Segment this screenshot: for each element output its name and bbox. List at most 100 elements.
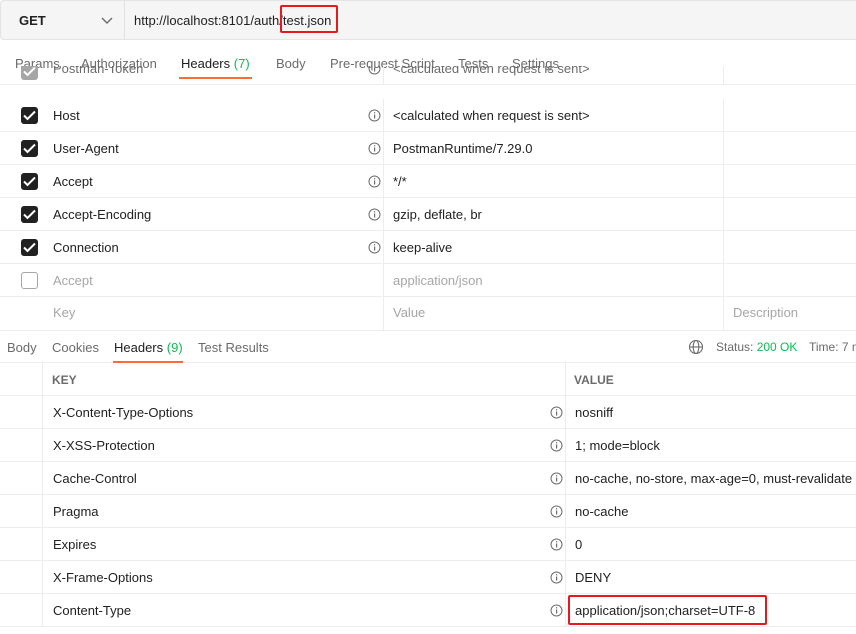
response-header-key: Cache-Control	[53, 471, 137, 486]
info-icon[interactable]	[550, 604, 563, 617]
column-divider	[723, 264, 724, 297]
new-key-input[interactable]: Key	[53, 305, 75, 320]
response-header-key: X-Frame-Options	[53, 570, 153, 585]
header-value[interactable]: */*	[393, 174, 407, 189]
column-divider	[723, 132, 724, 165]
header-value[interactable]: application/json	[393, 273, 483, 288]
info-icon[interactable]	[368, 66, 381, 75]
header-checkbox[interactable]	[21, 140, 38, 157]
column-divider	[565, 561, 566, 594]
response-header-value: 1; mode=block	[575, 438, 660, 453]
header-checkbox[interactable]	[21, 173, 38, 190]
header-value[interactable]: gzip, deflate, br	[393, 207, 482, 222]
column-divider	[565, 594, 566, 627]
tab-label: Headers	[114, 340, 164, 355]
header-value[interactable]: keep-alive	[393, 240, 452, 255]
column-divider	[565, 396, 566, 429]
header-key[interactable]: Accept	[53, 273, 93, 288]
header-value[interactable]: PostmanRuntime/7.29.0	[393, 141, 532, 156]
info-icon[interactable]	[550, 439, 563, 452]
response-header-value: 0	[575, 537, 583, 552]
method-selector[interactable]: GET	[0, 0, 124, 40]
response-header-value: no-cache, no-store, max-age=0, must-reva…	[575, 471, 853, 486]
status-value[interactable]: 200 OK	[757, 340, 798, 354]
header-checkbox[interactable]	[21, 107, 38, 124]
header-checkbox[interactable]	[21, 272, 38, 289]
info-icon[interactable]	[368, 109, 381, 122]
info-icon[interactable]	[550, 571, 563, 584]
url-input[interactable]: http://localhost:8101/auth/test.json	[124, 0, 856, 40]
column-divider	[565, 495, 566, 528]
header-key[interactable]: Connection	[53, 240, 119, 255]
column-divider	[383, 99, 384, 132]
column-divider	[383, 132, 384, 165]
table-row: Cache-Control no-cache, no-store, max-ag…	[0, 462, 856, 495]
url-annotation-box	[280, 5, 338, 33]
column-divider	[565, 528, 566, 561]
response-header-key: X-Content-Type-Options	[53, 405, 194, 420]
checkmark-icon	[23, 66, 36, 77]
header-checkbox[interactable]	[21, 66, 38, 80]
column-divider	[723, 198, 724, 231]
response-time[interactable]: Time: 7 m	[809, 340, 856, 354]
column-divider	[383, 264, 384, 297]
column-divider	[565, 429, 566, 462]
column-divider	[42, 528, 43, 561]
checkmark-icon	[23, 242, 36, 253]
info-icon[interactable]	[550, 505, 563, 518]
info-icon[interactable]	[550, 406, 563, 419]
response-tabs: Body Cookies Headers (9) Test Results St…	[0, 330, 856, 363]
header-key[interactable]: Accept-Encoding	[53, 207, 151, 222]
new-value-input[interactable]: Value	[393, 305, 425, 320]
info-icon[interactable]	[368, 175, 381, 188]
column-divider	[42, 561, 43, 594]
response-header-key: Pragma	[53, 504, 99, 519]
column-divider	[383, 231, 384, 264]
column-header-value: VALUE	[574, 373, 614, 387]
header-checkbox[interactable]	[21, 239, 38, 256]
response-header-key: Content-Type	[53, 603, 132, 618]
column-divider	[42, 429, 43, 462]
info-icon[interactable]	[550, 472, 563, 485]
table-row: Accept-Encoding gzip, deflate, br	[0, 198, 856, 231]
header-checkbox[interactable]	[21, 206, 38, 223]
header-value[interactable]: <calculated when request is sent>	[393, 66, 590, 76]
header-value[interactable]: <calculated when request is sent>	[393, 108, 590, 123]
checkmark-icon	[23, 209, 36, 220]
checkmark-icon	[23, 176, 36, 187]
column-divider	[42, 363, 43, 396]
chevron-down-icon	[101, 17, 113, 24]
new-description-input[interactable]: Description	[733, 305, 798, 320]
table-row: X-Frame-Options DENY	[0, 561, 856, 594]
info-icon[interactable]	[368, 142, 381, 155]
info-icon[interactable]	[368, 208, 381, 221]
header-key[interactable]: Postman-Token	[53, 66, 143, 76]
response-headers-count: (9)	[166, 340, 183, 355]
header-key[interactable]: Accept	[53, 174, 93, 189]
tab-label: Cookies	[52, 340, 99, 355]
checkmark-icon	[23, 110, 36, 121]
response-header-value: DENY	[575, 570, 612, 585]
info-icon[interactable]	[550, 538, 563, 551]
table-row: User-Agent PostmanRuntime/7.29.0	[0, 132, 856, 165]
column-divider	[723, 99, 724, 132]
header-key[interactable]: Host	[53, 108, 80, 123]
tab-response-test-results[interactable]: Test Results	[198, 340, 269, 355]
tab-response-headers[interactable]: Headers (9)	[114, 340, 183, 355]
globe-icon[interactable]	[688, 339, 704, 355]
tab-response-cookies[interactable]: Cookies	[52, 340, 99, 355]
column-divider	[723, 165, 724, 198]
column-divider	[723, 297, 724, 330]
tab-label: Body	[7, 340, 37, 355]
tab-response-body[interactable]: Body	[7, 340, 37, 355]
response-header-key: Expires	[53, 537, 97, 552]
table-row: Host <calculated when request is sent>	[0, 99, 856, 132]
column-divider	[42, 594, 43, 627]
info-icon[interactable]	[368, 241, 381, 254]
table-row: Expires 0	[0, 528, 856, 561]
column-divider	[383, 198, 384, 231]
table-row: Accept application/json	[0, 264, 856, 297]
column-divider	[42, 396, 43, 429]
response-header-value: nosniff	[575, 405, 614, 420]
header-key[interactable]: User-Agent	[53, 141, 119, 156]
